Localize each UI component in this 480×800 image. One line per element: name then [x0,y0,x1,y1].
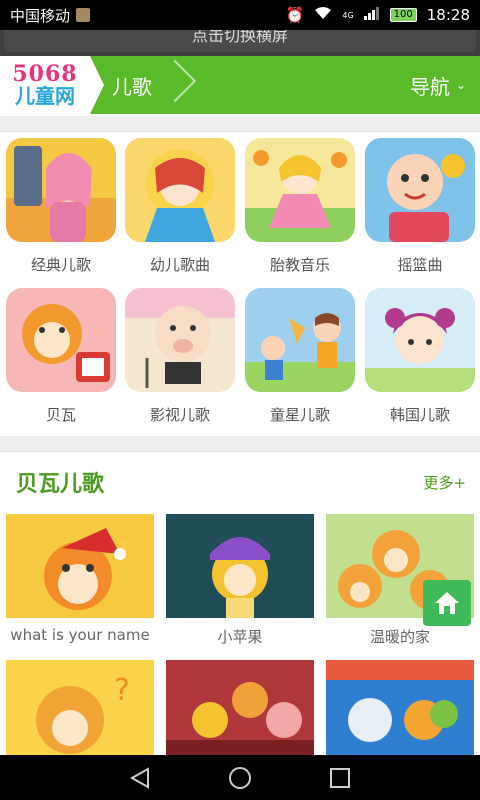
signal-icon [363,6,380,24]
category-item[interactable]: 胎教音乐 [245,138,355,275]
status-right: ⏰ 4G 100 18:28 [286,6,470,24]
logo-chevron [90,56,104,114]
category-item[interactable]: 童星儿歌 [245,288,355,425]
category-thumbnail [365,288,475,392]
video-item[interactable]: 小苹果 [166,514,314,647]
category-item[interactable]: 经典儿歌 [6,138,116,275]
wifi-icon [314,6,332,24]
home-circle-icon[interactable] [228,766,252,790]
video-thumbnail [166,660,314,755]
recents-icon[interactable] [328,766,352,790]
category-item[interactable]: 韩国儿歌 [365,288,475,425]
category-label: 幼儿歌曲 [149,256,210,274]
nav-menu-button[interactable]: 导航 ⌄ [410,71,466,100]
video-thumbnail [6,514,154,618]
home-button[interactable] [423,580,471,626]
alarm-icon: ⏰ [285,6,305,24]
video-thumbnail [326,660,474,755]
video-title: 温暖的家 [369,628,430,646]
battery-icon: 100 [389,8,417,22]
category-item[interactable]: 幼儿歌曲 [125,138,235,275]
system-nav-bar [0,755,480,800]
nav-label: 导航 [409,74,450,99]
rotate-banner: 点击切换横屏 [0,30,480,56]
logo-number: 5068 [12,61,78,87]
category-thumbnail [6,288,116,392]
category-label: 韩国儿歌 [389,406,450,424]
network-type: 4G [342,10,354,20]
category-thumbnail [365,138,475,242]
home-icon [435,592,459,614]
more-link[interactable]: 更多+ [423,472,466,493]
category-thumbnail [245,288,355,392]
category-label: 童星儿歌 [269,406,330,424]
section-title: 贝瓦儿歌 [16,472,105,497]
video-title: 小苹果 [217,628,263,646]
video-item[interactable]: ? [6,660,154,755]
logo-name: 儿童网 [15,84,75,108]
category-label: 摇篮曲 [397,256,443,274]
status-bar: 中国移动 ⏰ 4G 100 18:28 [0,0,480,30]
video-item[interactable] [166,660,314,755]
category-label: 胎教音乐 [269,256,330,274]
category-item[interactable]: 摇篮曲 [365,138,475,275]
category-thumbnail [125,288,235,392]
clock: 18:28 [426,6,470,24]
chevron-down-icon: ⌄ [455,78,466,92]
section-divider [0,436,480,452]
carrier-name: 中国移动 [10,6,71,25]
rotate-label: 点击切换横屏 [191,30,288,45]
back-icon[interactable] [128,766,152,790]
video-item[interactable] [326,660,474,755]
rotate-button[interactable]: 点击切换横屏 [4,30,476,52]
category-thumbnail [125,138,235,242]
carrier-group: 中国移动 [10,5,91,26]
category-label: 影视儿歌 [149,406,210,424]
site-logo[interactable]: 5068 儿童网 [0,56,90,114]
category-thumbnail [6,138,116,242]
breadcrumb[interactable]: 儿歌 [112,71,152,100]
category-label: 经典儿歌 [30,256,91,274]
section-divider [0,116,480,132]
sim-icon [76,8,91,22]
category-thumbnail [245,138,355,242]
category-item[interactable]: 影视儿歌 [125,288,235,425]
video-title: what is your name [10,626,150,644]
svg-text:?: ? [114,673,130,708]
video-thumbnail: ? [6,660,154,755]
category-label: 贝瓦 [45,406,76,424]
top-navbar: 5068 儿童网 儿歌 导航 ⌄ [0,56,480,114]
breadcrumb-separator [166,56,182,114]
video-item[interactable]: what is your name [6,514,154,644]
video-thumbnail [166,514,314,618]
category-item[interactable]: 贝瓦 [6,288,116,425]
